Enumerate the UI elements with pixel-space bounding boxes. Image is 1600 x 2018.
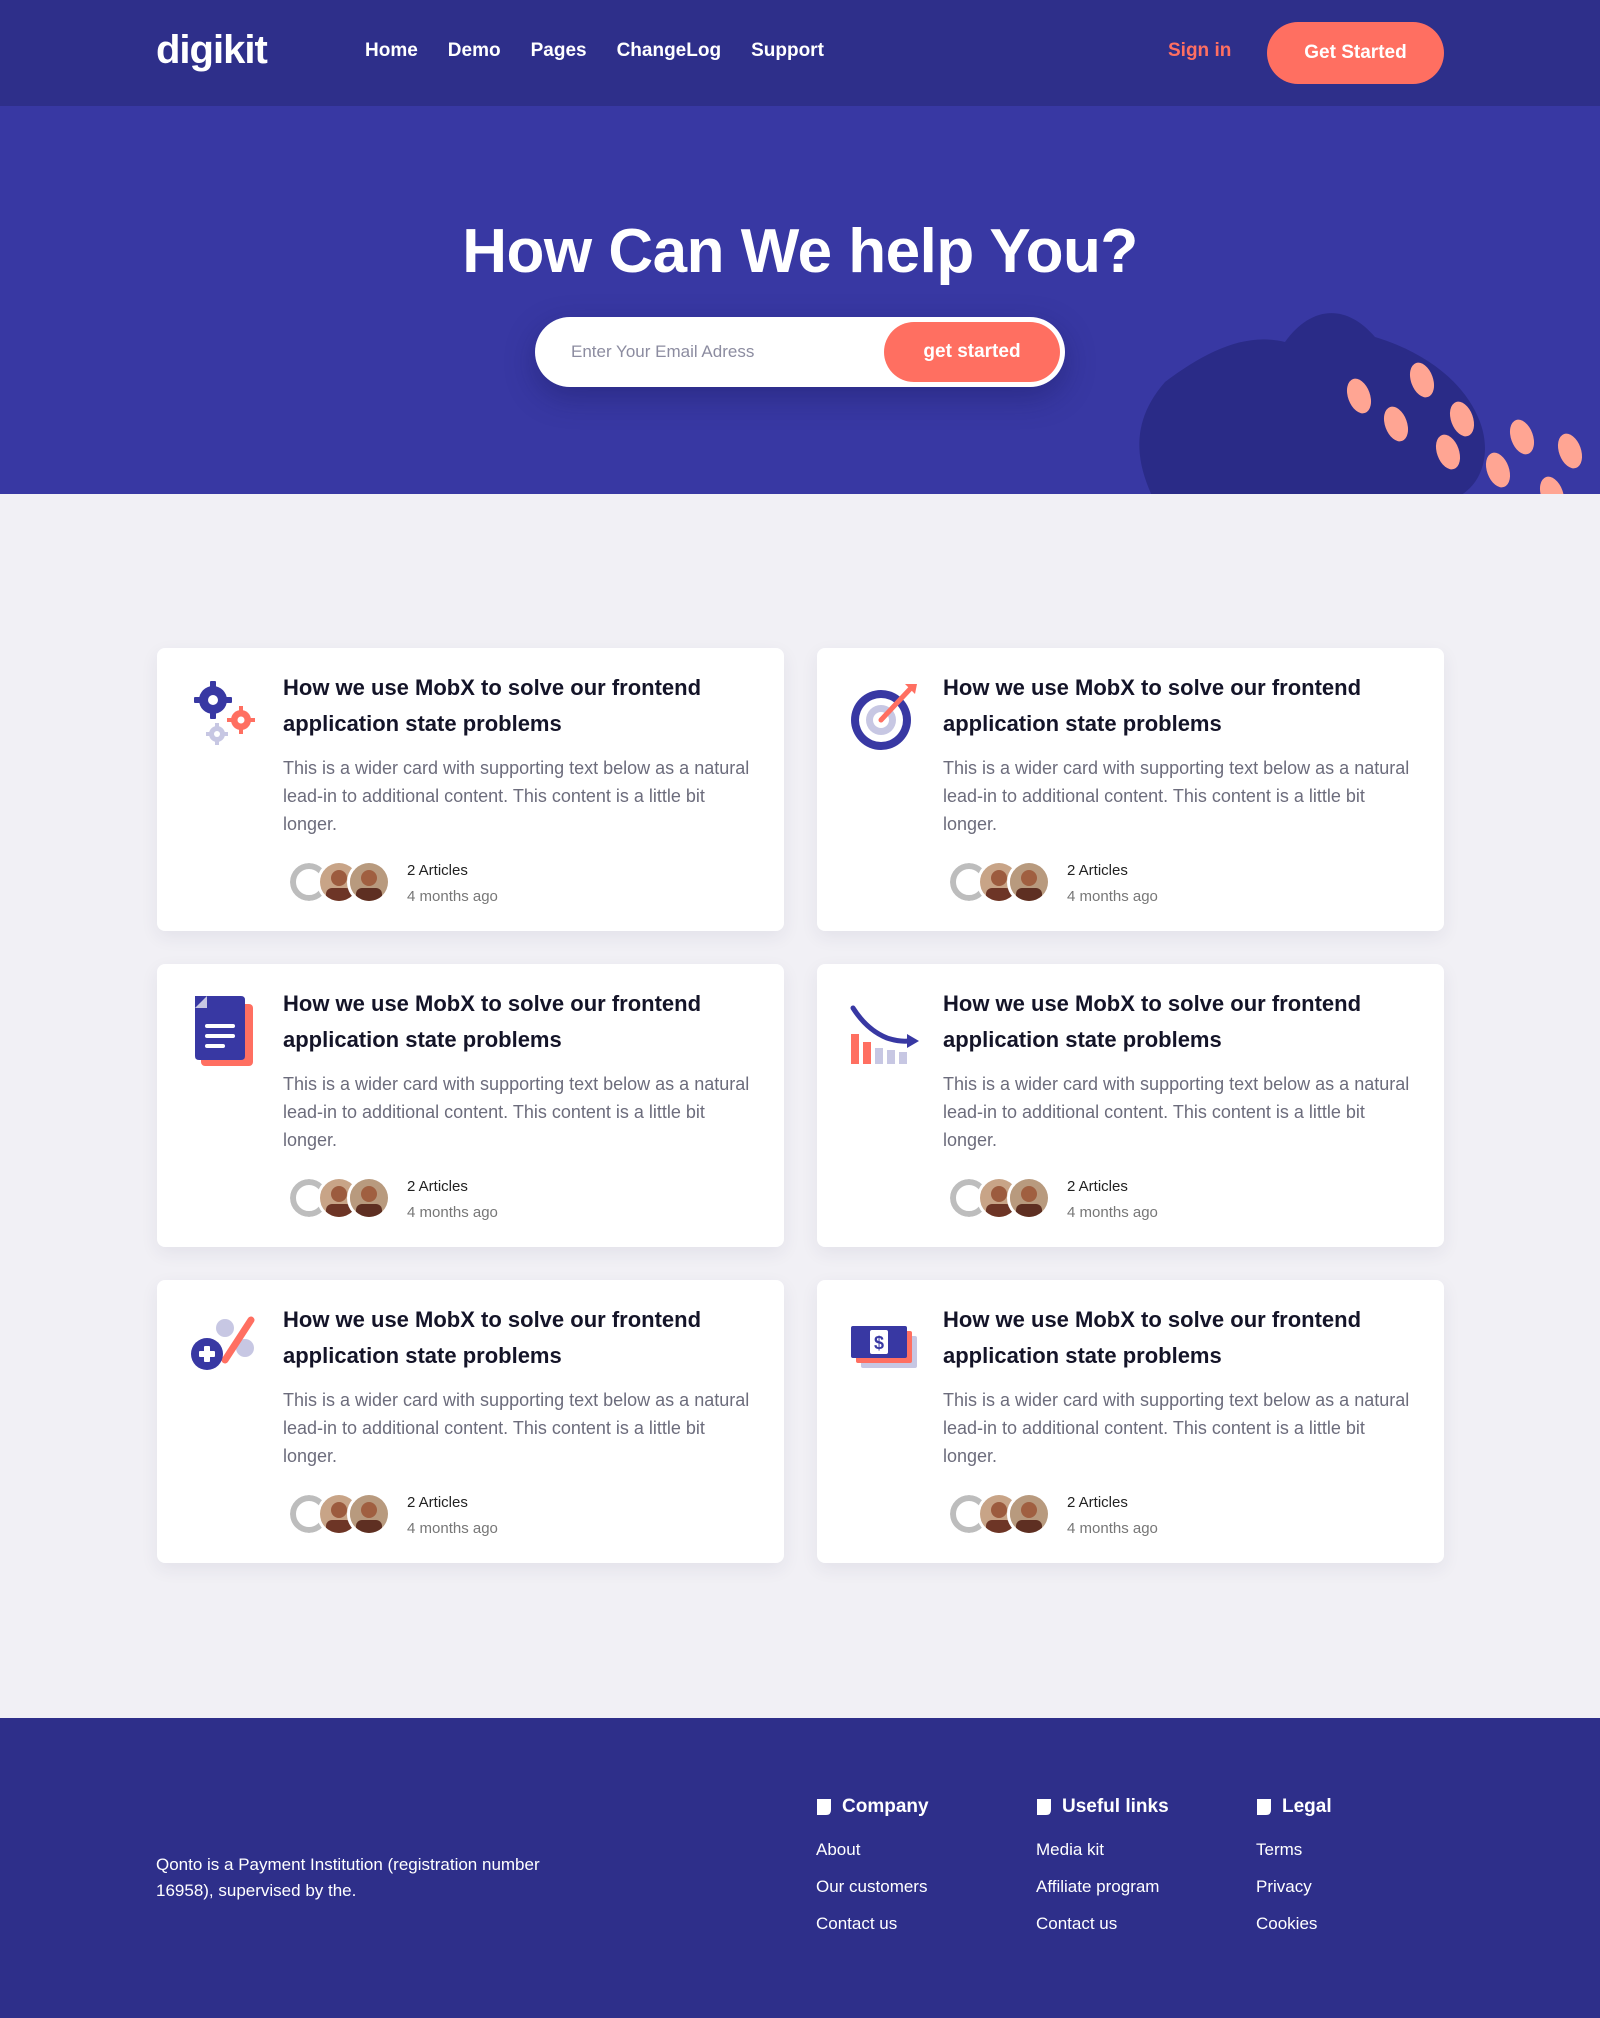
card-title[interactable]: How we use MobX to solve our frontend ap…: [943, 670, 1413, 742]
svg-text:$: $: [874, 1333, 884, 1353]
hero-section: How Can We help You? get started: [0, 106, 1600, 494]
avatar: [347, 1492, 391, 1536]
footer-link-contact-us[interactable]: Contact us: [1036, 1914, 1169, 1934]
signin-link[interactable]: Sign in: [1168, 40, 1231, 62]
article-count: 2 Articles: [1067, 1178, 1128, 1195]
article-count: 2 Articles: [407, 862, 468, 879]
avatar: [1007, 1176, 1051, 1220]
email-input[interactable]: [571, 317, 871, 387]
nav-link-demo[interactable]: Demo: [448, 40, 501, 62]
footer-column-heading: Company: [816, 1796, 929, 1818]
card-meta: 2 Articles 4 months ago: [1067, 1490, 1158, 1542]
help-card[interactable]: How we use MobX to solve our frontend ap…: [817, 648, 1444, 931]
avatar: [347, 1176, 391, 1220]
footer-column-company: Company About Our customers Contact us: [816, 1796, 929, 1951]
help-card[interactable]: $ How we use MobX to solve our frontend …: [817, 1280, 1444, 1563]
card-text: This is a wider card with supporting tex…: [283, 1074, 750, 1150]
bookmark-icon: [1257, 1799, 1271, 1815]
card-text: This is a wider card with supporting tex…: [943, 758, 1410, 834]
help-card[interactable]: How we use MobX to solve our frontend ap…: [157, 648, 784, 931]
nav-link-home[interactable]: Home: [365, 40, 418, 62]
timestamp: 4 months ago: [1067, 888, 1158, 905]
footer-column-heading: Legal: [1256, 1796, 1332, 1818]
footer-column-heading: Useful links: [1036, 1796, 1169, 1818]
article-count: 2 Articles: [407, 1178, 468, 1195]
card-title[interactable]: How we use MobX to solve our frontend ap…: [283, 670, 753, 742]
math-operations-icon: [191, 1316, 255, 1370]
timestamp: 4 months ago: [407, 1204, 498, 1221]
card-title[interactable]: How we use MobX to solve our frontend ap…: [943, 1302, 1413, 1374]
gears-icon: [194, 681, 255, 745]
bookmark-icon: [1037, 1799, 1051, 1815]
card-title[interactable]: How we use MobX to solve our frontend ap…: [943, 986, 1413, 1058]
card-text: This is a wider card with supporting tex…: [943, 1390, 1410, 1466]
article-count: 2 Articles: [1067, 862, 1128, 879]
card-text: This is a wider card with supporting tex…: [943, 1074, 1410, 1150]
article-count: 2 Articles: [1067, 1494, 1128, 1511]
footer-link-about[interactable]: About: [816, 1840, 929, 1860]
footer-column-useful-links: Useful links Media kit Affiliate program…: [1036, 1796, 1169, 1951]
card-meta: 2 Articles 4 months ago: [407, 1174, 498, 1226]
footer-link-terms[interactable]: Terms: [1256, 1840, 1332, 1860]
author-avatars: [287, 1492, 397, 1538]
avatar: [1007, 1492, 1051, 1536]
author-avatars: [947, 1176, 1057, 1222]
footer-heading-label: Useful links: [1062, 1796, 1169, 1817]
timestamp: 4 months ago: [1067, 1520, 1158, 1537]
footer-link-our-customers[interactable]: Our customers: [816, 1877, 929, 1897]
get-started-button[interactable]: Get Started: [1267, 22, 1444, 84]
footer-heading-label: Company: [842, 1796, 929, 1817]
help-card[interactable]: How we use MobX to solve our frontend ap…: [817, 964, 1444, 1247]
nav-links: Home Demo Pages ChangeLog Support: [365, 40, 824, 62]
author-avatars: [287, 1176, 397, 1222]
card-meta: 2 Articles 4 months ago: [1067, 858, 1158, 910]
footer-link-privacy[interactable]: Privacy: [1256, 1877, 1332, 1897]
hero-title: How Can We help You?: [462, 217, 1138, 286]
article-count: 2 Articles: [407, 1494, 468, 1511]
footer-about-text: Qonto is a Payment Institution (registra…: [156, 1855, 540, 1900]
footer: Qonto is a Payment Institution (registra…: [0, 1718, 1600, 2018]
card-meta: 2 Articles 4 months ago: [407, 1490, 498, 1542]
avatar: [1007, 860, 1051, 904]
card-title[interactable]: How we use MobX to solve our frontend ap…: [283, 1302, 753, 1374]
document-icon: [195, 996, 253, 1066]
card-text: This is a wider card with supporting tex…: [283, 758, 750, 834]
target-icon: [851, 684, 917, 750]
author-avatars: [947, 860, 1057, 906]
nav-link-support[interactable]: Support: [751, 40, 824, 62]
bookmark-icon: [817, 1799, 831, 1815]
nav-link-changelog[interactable]: ChangeLog: [617, 40, 722, 62]
author-avatars: [287, 860, 397, 906]
card-title[interactable]: How we use MobX to solve our frontend ap…: [283, 986, 753, 1058]
money-bills-icon: $: [851, 1326, 917, 1368]
author-avatars: [947, 1492, 1057, 1538]
avatar: [347, 860, 391, 904]
chart-decline-icon: [850, 1005, 919, 1064]
subscribe-button[interactable]: get started: [884, 322, 1060, 382]
footer-link-media-kit[interactable]: Media kit: [1036, 1840, 1169, 1860]
card-meta: 2 Articles 4 months ago: [1067, 1174, 1158, 1226]
email-subscribe-form: get started: [535, 317, 1065, 387]
footer-column-legal: Legal Terms Privacy Cookies: [1256, 1796, 1332, 1951]
card-meta: 2 Articles 4 months ago: [407, 858, 498, 910]
footer-link-cookies[interactable]: Cookies: [1256, 1914, 1332, 1934]
timestamp: 4 months ago: [407, 888, 498, 905]
help-card[interactable]: How we use MobX to solve our frontend ap…: [157, 1280, 784, 1563]
nav-link-pages[interactable]: Pages: [531, 40, 587, 62]
timestamp: 4 months ago: [407, 1520, 498, 1537]
footer-link-affiliate-program[interactable]: Affiliate program: [1036, 1877, 1169, 1897]
timestamp: 4 months ago: [1067, 1204, 1158, 1221]
footer-link-contact-us[interactable]: Contact us: [816, 1914, 929, 1934]
logo[interactable]: digikit: [156, 28, 268, 73]
top-navbar: digikit Home Demo Pages ChangeLog Suppor…: [0, 0, 1600, 106]
footer-heading-label: Legal: [1282, 1796, 1332, 1817]
help-card[interactable]: How we use MobX to solve our frontend ap…: [157, 964, 784, 1247]
card-text: This is a wider card with supporting tex…: [283, 1390, 750, 1466]
